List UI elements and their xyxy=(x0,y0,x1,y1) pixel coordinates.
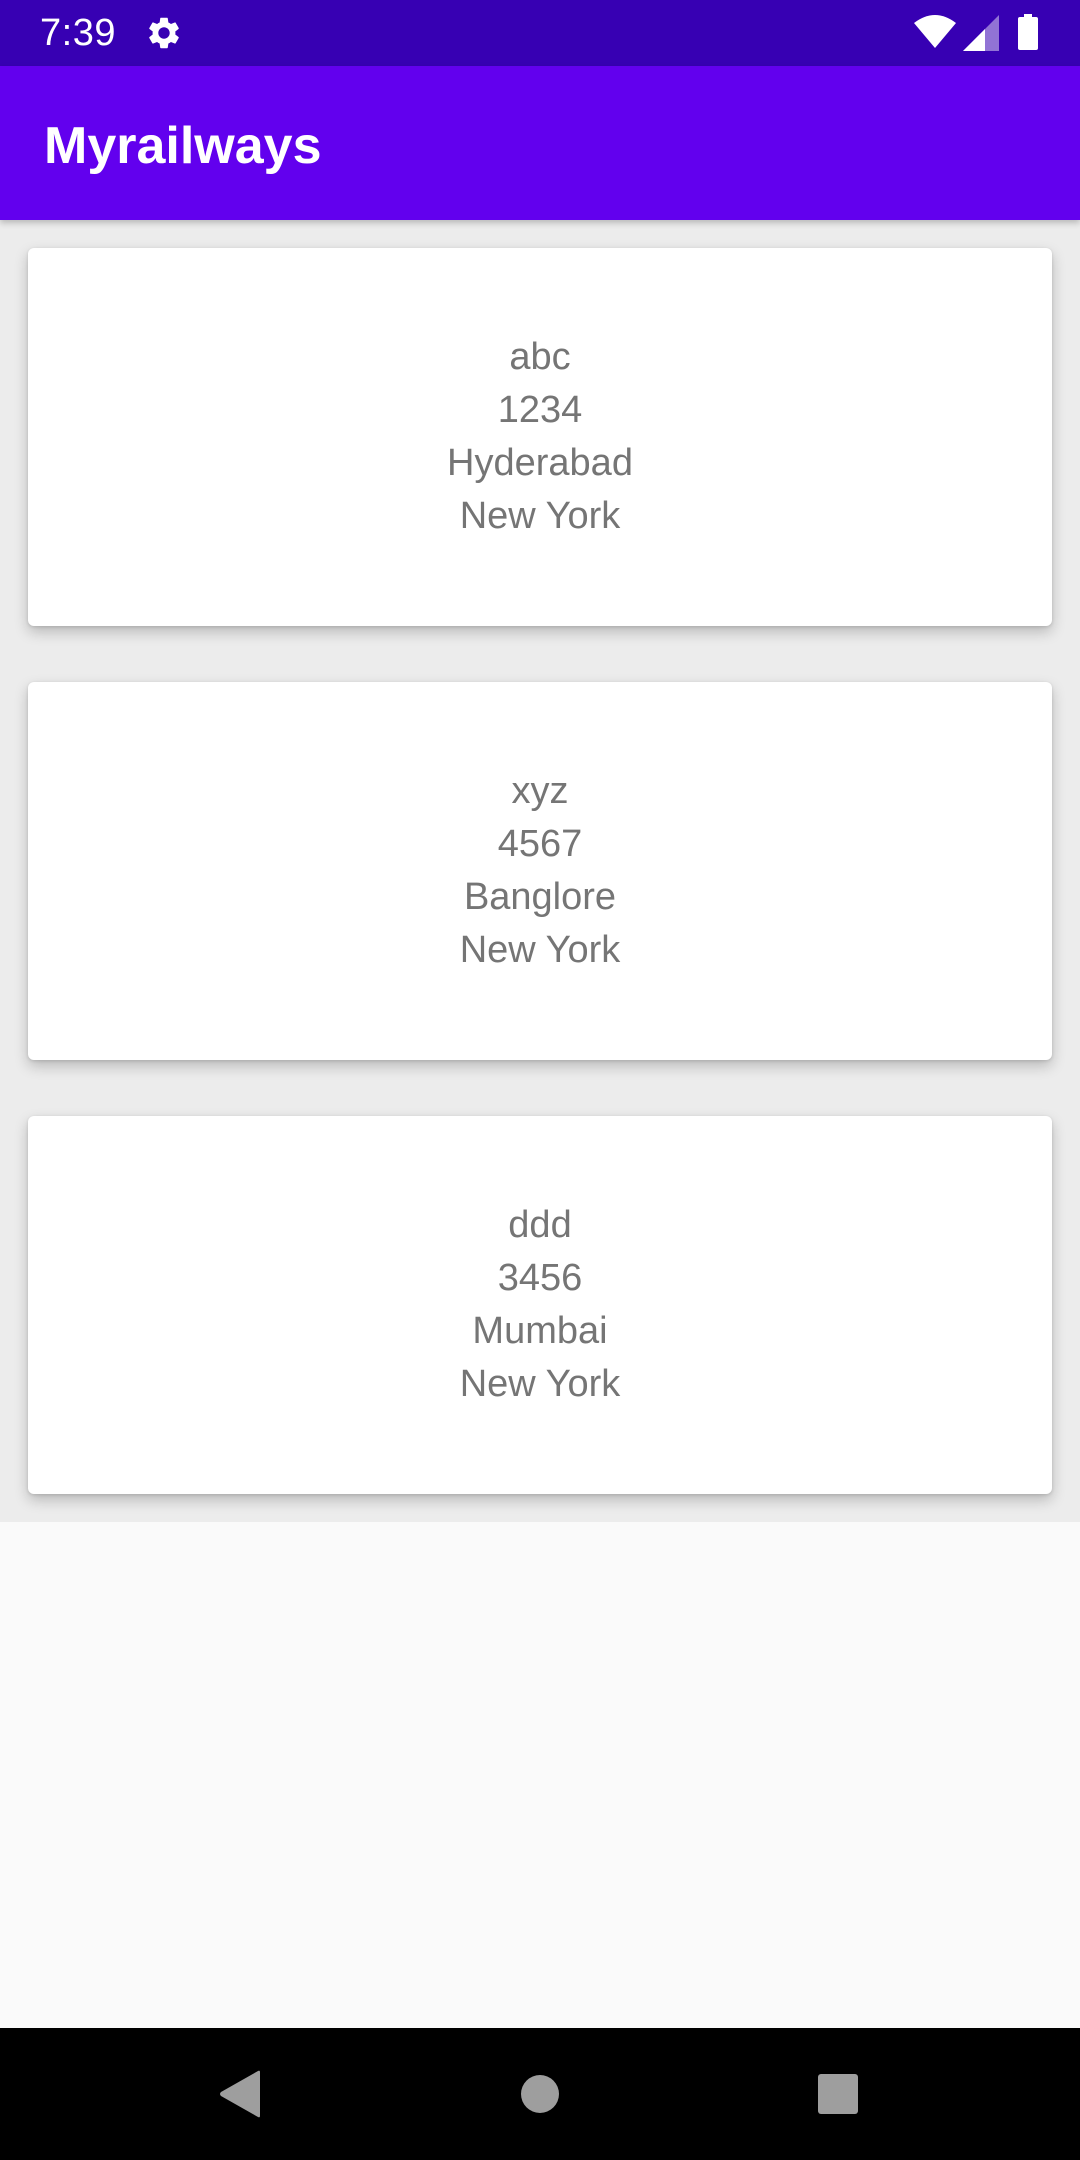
train-from: Banglore xyxy=(463,876,617,918)
signal-icon xyxy=(963,15,999,51)
train-number: 3456 xyxy=(497,1257,583,1299)
list-item: ddd 3456 Mumbai New York xyxy=(0,1088,1080,1522)
back-icon[interactable] xyxy=(218,2070,262,2118)
home-icon[interactable] xyxy=(520,2074,560,2114)
train-from: Mumbai xyxy=(472,1310,608,1352)
train-from: Hyderabad xyxy=(447,442,633,484)
train-list: abc 1234 Hyderabad New York xyz 4567 Ban… xyxy=(0,220,1080,1522)
train-to: New York xyxy=(459,495,621,537)
train-card[interactable]: ddd 3456 Mumbai New York xyxy=(28,1116,1052,1494)
app-bar: Myrailways xyxy=(0,66,1080,220)
train-name: ddd xyxy=(508,1204,572,1246)
app-title: Myrailways xyxy=(44,117,322,175)
train-number: 4567 xyxy=(497,823,583,865)
status-bar: 7:39 xyxy=(0,0,1080,66)
train-name: xyz xyxy=(511,770,569,812)
list-item: abc 1234 Hyderabad New York xyxy=(0,220,1080,654)
wifi-icon xyxy=(914,15,956,48)
battery-icon xyxy=(1018,14,1038,50)
train-number: 1234 xyxy=(497,389,583,431)
gear-icon xyxy=(149,17,179,49)
train-to: New York xyxy=(459,929,621,971)
recents-icon[interactable] xyxy=(818,2074,858,2114)
navigation-bar xyxy=(0,2028,1080,2160)
train-to: New York xyxy=(459,1363,621,1405)
status-time: 7:39 xyxy=(40,12,116,54)
list-item: xyz 4567 Banglore New York xyxy=(0,654,1080,1088)
train-card[interactable]: abc 1234 Hyderabad New York xyxy=(28,248,1052,626)
train-card[interactable]: xyz 4567 Banglore New York xyxy=(28,682,1052,1060)
train-name: abc xyxy=(509,336,571,378)
